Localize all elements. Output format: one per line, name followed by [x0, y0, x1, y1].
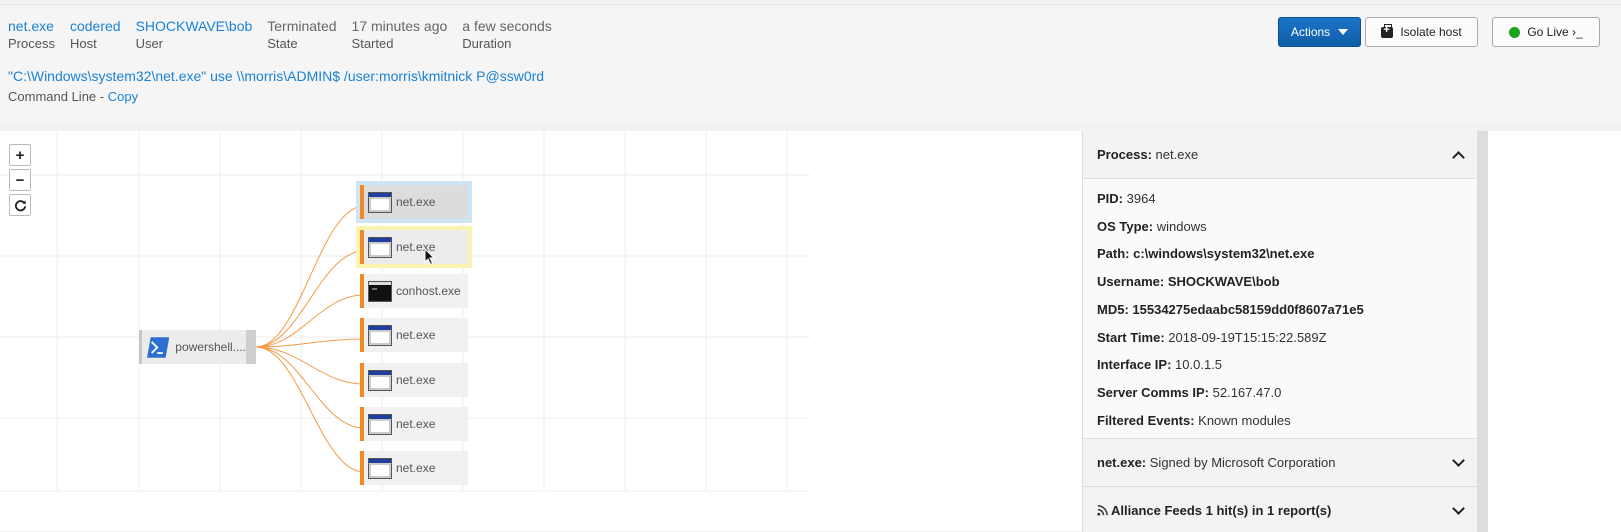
powershell-icon — [147, 336, 170, 358]
zoom-in-button[interactable]: + — [9, 144, 31, 166]
rss-icon — [1097, 505, 1108, 516]
window-app-icon — [368, 191, 392, 213]
detail-row-pid: PID: 3964 — [1097, 191, 1156, 206]
signature-section-title: net.exe: Signed by Microsoft Corporation — [1097, 455, 1336, 471]
window-app-icon — [368, 413, 392, 435]
process-summary: net.exe Process codered Host SHOCKWAVE\b… — [8, 17, 567, 53]
summary-user: SHOCKWAVE\bob User — [136, 17, 253, 53]
copy-link[interactable]: Copy — [108, 89, 138, 104]
process-node-powershell[interactable]: powershell.... — [139, 330, 256, 364]
status-dot-icon — [1509, 26, 1521, 38]
process-label: Process — [8, 36, 55, 51]
process-node-net[interactable]: net.exe — [360, 318, 468, 352]
alliance-feeds-title: Alliance Feeds 1 hit(s) in 1 report(s) — [1097, 503, 1331, 518]
medkit-icon — [1381, 23, 1394, 38]
process-link[interactable]: net.exe — [8, 17, 55, 35]
detail-row-path: Path: c:\windows\system32\net.exe — [1097, 246, 1315, 262]
chevron-down-icon — [1452, 454, 1465, 468]
process-node-net[interactable]: net.exe — [360, 451, 468, 485]
host-link[interactable]: codered — [70, 17, 121, 35]
process-tree-canvas[interactable]: + − powershell.... net.exe net.exe conho… — [0, 131, 1082, 531]
process-node-net[interactable]: net.exe — [356, 226, 472, 268]
process-details-body: PID: 3964 OS Type: windows Path: c:\wind… — [1083, 179, 1477, 440]
caret-down-icon — [1338, 29, 1349, 35]
isolate-host-label: Isolate host — [1400, 25, 1462, 39]
started-label: Started — [351, 36, 394, 51]
process-node-conhost[interactable]: conhost.exe — [360, 274, 468, 308]
process-node-label: net.exe — [396, 328, 436, 342]
process-details-panel: Process: net.exe PID: 3964 OS Type: wind… — [1082, 131, 1477, 532]
detail-row-interface-ip: Interface IP: 10.0.1.5 — [1097, 357, 1223, 373]
process-node-net[interactable]: net.exe — [356, 181, 472, 223]
process-node-label: powershell.... — [175, 340, 246, 354]
refresh-icon — [14, 199, 26, 211]
console-icon — [368, 280, 392, 302]
detail-row-filtered-events: Filtered Events: Known modules — [1097, 412, 1291, 428]
mouse-cursor-icon — [424, 248, 436, 266]
command-line: "C:\Windows\system32\net.exe" use \\morr… — [8, 68, 545, 84]
window-app-icon — [368, 369, 392, 391]
user-label: User — [135, 36, 164, 51]
duration-value: a few seconds — [462, 18, 552, 34]
detail-row-start-time: Start Time: 2018-09-19T15:15:22.589Z — [1097, 329, 1327, 345]
summary-started: 17 minutes ago Started — [352, 17, 448, 53]
tree-edges — [255, 205, 365, 473]
summary-host: codered Host — [70, 17, 121, 53]
reset-view-button[interactable] — [9, 194, 31, 216]
detail-row-server-comms-ip: Server Comms IP: 52.167.47.0 — [1097, 384, 1282, 400]
host-label: Host — [69, 36, 97, 51]
process-header: net.exe Process codered Host SHOCKWAVE\b… — [0, 4, 1621, 122]
process-section-title: Process: net.exe — [1097, 147, 1199, 162]
isolate-host-button[interactable]: Isolate host — [1365, 17, 1478, 47]
command-line-label: Command Line - Copy — [8, 89, 138, 104]
zoom-out-button[interactable]: − — [9, 169, 31, 191]
actions-label: Actions — [1290, 25, 1331, 39]
alliance-feeds-section-header[interactable]: Alliance Feeds 1 hit(s) in 1 report(s) — [1083, 487, 1477, 532]
duration-label: Duration — [462, 36, 512, 51]
process-node-label: net.exe — [396, 195, 436, 209]
user-link[interactable]: SHOCKWAVE\bob — [136, 17, 253, 35]
process-node-net[interactable]: net.exe — [360, 407, 468, 441]
process-section-header[interactable]: Process: net.exe — [1083, 131, 1477, 179]
right-gutter — [1488, 131, 1621, 532]
node-collapse-handle[interactable] — [246, 330, 256, 364]
detail-row-username: Username: SHOCKWAVE\bob — [1097, 274, 1280, 290]
summary-state: Terminated State — [267, 17, 336, 53]
state-value: Terminated — [267, 18, 337, 34]
process-node-label: net.exe — [396, 373, 436, 387]
process-node-label: conhost.exe — [396, 284, 461, 298]
detail-row-os-type: OS Type: windows — [1097, 218, 1207, 234]
detail-row-md5: MD5: 15534275edaabc58159dd0f8607a71e5 — [1097, 301, 1364, 317]
summary-duration: a few seconds Duration — [462, 17, 552, 53]
process-node-label: net.exe — [396, 461, 436, 475]
chevron-up-icon — [1452, 150, 1465, 164]
window-app-icon — [368, 324, 392, 346]
summary-process: net.exe Process — [8, 17, 55, 53]
process-node-net[interactable]: net.exe — [360, 363, 468, 397]
window-app-icon — [368, 236, 392, 258]
signature-section-header[interactable]: net.exe: Signed by Microsoft Corporation — [1083, 439, 1477, 488]
go-live-button[interactable]: Go Live ›_ — [1492, 17, 1600, 47]
actions-button[interactable]: Actions — [1278, 17, 1361, 47]
process-node-label: net.exe — [396, 417, 436, 431]
started-value: 17 minutes ago — [351, 18, 448, 34]
panel-scrollbar[interactable] — [1477, 131, 1488, 532]
state-label: State — [267, 36, 298, 51]
go-live-label: Go Live ›_ — [1527, 25, 1583, 39]
window-app-icon — [368, 457, 392, 479]
command-line-caption: Command Line - — [8, 89, 108, 104]
chevron-down-icon — [1452, 502, 1465, 516]
